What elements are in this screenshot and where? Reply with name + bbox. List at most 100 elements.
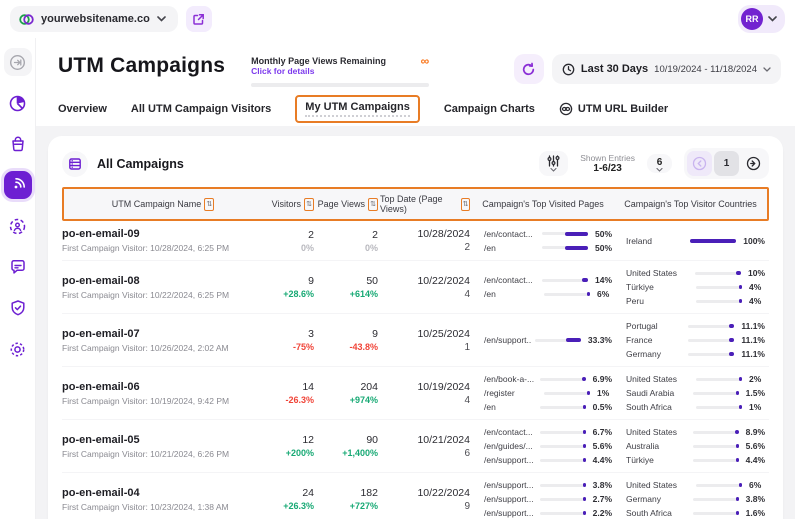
top-visitor-countries: United States 8.9% Australia 5.6% Türkiye4.4… xyxy=(612,427,765,465)
country-stat: Türkiye4.4% xyxy=(626,455,765,465)
country-percent: 11.1% xyxy=(741,335,765,345)
column-filter-button[interactable] xyxy=(539,151,568,176)
date-range-picker[interactable]: Last 30 Days 10/19/2024 - 11/18/2024 xyxy=(552,54,781,84)
chevron-down-icon xyxy=(550,168,557,172)
country-stat: South Africa1.6% xyxy=(626,508,765,518)
visitors-value: 12 xyxy=(260,434,314,446)
table-header-row: UTM Campaign Name ⇅ Visitors ⇅ Page View… xyxy=(62,187,769,221)
page-views-change: -43.8% xyxy=(314,342,378,352)
quota-label: Monthly Page Views Remaining xyxy=(251,56,386,66)
top-date-views: 2 xyxy=(378,242,470,253)
tab-my-utm-campaigns[interactable]: My UTM Campaigns xyxy=(305,101,410,117)
column-header-utm-campaign-name[interactable]: UTM Campaign Name ⇅ xyxy=(64,198,262,211)
top-visitor-countries: United States10%Türkiye4%Peru4% xyxy=(612,268,765,306)
country-percent: 5.6% xyxy=(746,441,765,451)
quota-details-link[interactable]: Click for details xyxy=(251,66,386,76)
page-percent: 33.3% xyxy=(588,335,612,345)
country-bar xyxy=(696,484,742,487)
tab-utm-url-builder[interactable]: UTM URL Builder xyxy=(559,102,668,116)
first-campaign-visitor: First Campaign Visitor: 10/28/2024, 6:25… xyxy=(62,243,260,253)
table-row: po-en-email-04 First Campaign Visitor: 1… xyxy=(62,473,769,519)
country-percent: 8.9% xyxy=(746,427,765,437)
visitors-value: 24 xyxy=(260,487,314,499)
refresh-button[interactable] xyxy=(514,54,544,84)
card-title: All Campaigns xyxy=(97,157,184,171)
page-bar xyxy=(535,339,581,342)
country-bar xyxy=(696,406,742,409)
sidebar-item-dashboard[interactable] xyxy=(4,89,32,117)
chat-icon xyxy=(9,258,27,276)
page-percent: 6.9% xyxy=(593,374,612,384)
pagination: 1 xyxy=(684,148,769,179)
tab-campaign-charts[interactable]: Campaign Charts xyxy=(444,103,535,115)
top-date-value: 10/22/2024 xyxy=(378,275,470,287)
top-date-value: 10/21/2024 xyxy=(378,434,470,446)
page-label: /en/support... xyxy=(484,494,536,504)
page-bar xyxy=(540,406,586,409)
open-site-button[interactable] xyxy=(186,6,212,32)
page-percent: 50% xyxy=(595,243,612,253)
sidebar-item-store[interactable] xyxy=(4,130,32,158)
column-header-top-visitor-countries: Campaign's Top Visitor Countries xyxy=(614,199,767,209)
page-bar xyxy=(540,498,586,501)
page-size-select[interactable]: 6 xyxy=(647,154,672,173)
sort-icon[interactable]: ⇅ xyxy=(461,198,470,211)
sidebar-item-security[interactable] xyxy=(4,294,32,322)
quota-widget: Monthly Page Views Remaining Click for d… xyxy=(251,54,429,87)
page-views-change: +727% xyxy=(314,501,378,511)
country-percent: 4% xyxy=(749,296,761,306)
page-label: /en/guides/... xyxy=(484,441,536,451)
sort-icon[interactable]: ⇅ xyxy=(204,198,214,211)
prev-page-button[interactable] xyxy=(687,151,712,176)
sort-icon[interactable]: ⇅ xyxy=(368,198,378,211)
site-favicon-icon xyxy=(19,12,34,27)
country-stat: Peru4% xyxy=(626,296,765,306)
site-selector[interactable]: yourwebsitename.co xyxy=(10,6,178,32)
sidebar-item-audience[interactable] xyxy=(4,212,32,240)
sort-icon[interactable]: ⇅ xyxy=(304,198,314,211)
sidebar-item-campaigns[interactable] xyxy=(4,171,32,199)
tab-all-utm-campaign-visitors[interactable]: All UTM Campaign Visitors xyxy=(131,103,271,115)
column-header-top-date[interactable]: Top Date (Page Views) ⇅ xyxy=(380,194,472,214)
country-label: United States xyxy=(626,427,689,437)
country-label: Australia xyxy=(626,441,689,451)
page-bar xyxy=(544,293,590,296)
avatar: RR xyxy=(741,8,763,30)
account-menu[interactable]: RR xyxy=(738,5,785,33)
column-header-page-views[interactable]: Page Views ⇅ xyxy=(316,198,380,211)
top-visited-pages: /en/book-a-...6.9%/register1%/en0.5% xyxy=(470,374,612,412)
visitors-value: 3 xyxy=(260,328,314,340)
clock-icon xyxy=(562,63,575,76)
country-stat: United States6% xyxy=(626,480,765,490)
country-label: Türkiye xyxy=(626,455,689,465)
column-header-visitors[interactable]: Visitors ⇅ xyxy=(262,198,316,211)
country-bar xyxy=(688,325,734,328)
top-visitor-countries: Ireland100% xyxy=(612,236,765,246)
top-date-value: 10/28/2024 xyxy=(378,228,470,240)
visitors-value: 2 xyxy=(260,229,314,241)
page-stat: /en/book-a-...6.9% xyxy=(484,374,612,384)
country-percent: 1% xyxy=(749,402,761,412)
country-label: South Africa xyxy=(626,402,692,412)
active-tab-highlight: My UTM Campaigns xyxy=(295,95,420,123)
table-row: po-en-email-07 First Campaign Visitor: 1… xyxy=(62,314,769,367)
page-bar xyxy=(542,279,588,282)
country-percent: 1.5% xyxy=(746,388,765,398)
country-bar xyxy=(695,272,741,275)
page-number[interactable]: 1 xyxy=(714,151,739,176)
page-views-value: 182 xyxy=(314,487,378,499)
country-bar xyxy=(690,239,736,242)
visitors-change: +26.3% xyxy=(260,501,314,511)
top-visited-pages: /en/support...3.8%/en/support...2.7%/en/… xyxy=(470,480,612,518)
next-page-button[interactable] xyxy=(741,151,766,176)
country-bar xyxy=(696,286,742,289)
sidebar-item-settings[interactable] xyxy=(4,335,32,363)
target-icon xyxy=(8,217,27,236)
sidebar-item-collapse[interactable] xyxy=(4,48,32,76)
page-bar xyxy=(540,431,586,434)
sidebar-item-feedback[interactable] xyxy=(4,253,32,281)
tab-overview[interactable]: Overview xyxy=(58,103,107,115)
table-icon xyxy=(68,157,82,171)
all-campaigns-card: All Campaigns Shown Entries xyxy=(48,136,783,519)
quota-infinity-value: ∞ xyxy=(421,56,430,66)
